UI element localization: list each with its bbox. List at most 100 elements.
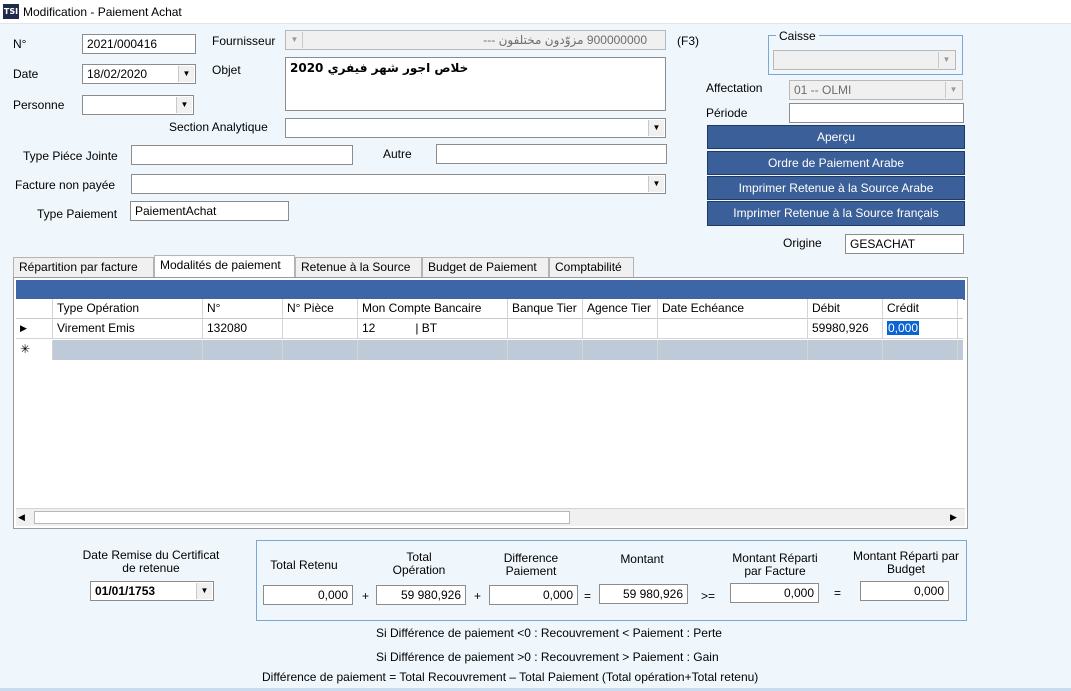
col-date-echeance[interactable]: Date Echéance <box>658 299 808 319</box>
cell-numero[interactable]: 132080 <box>203 319 283 339</box>
new-cell[interactable] <box>508 340 583 360</box>
new-row[interactable]: ✳ <box>16 340 963 360</box>
new-cell[interactable] <box>53 340 203 360</box>
tab-retenue-source[interactable]: Retenue à la Source <box>295 257 422 277</box>
new-row-icon: ✳ <box>16 340 53 360</box>
autre-label: Autre <box>383 147 412 161</box>
montant-facture-label: Montant Réparti par Facture <box>732 551 818 578</box>
date-remise-picker[interactable]: 01/01/1753 ▼ <box>90 581 214 601</box>
chevron-down-icon[interactable]: ▼ <box>648 120 664 136</box>
montant-label: Montant <box>620 552 664 566</box>
periode-field[interactable] <box>789 103 964 123</box>
type-piece-label: Type Piéce Jointe <box>23 149 118 163</box>
origine-field[interactable]: GESACHAT <box>845 234 964 254</box>
caisse-combo[interactable]: ▼ <box>773 50 956 70</box>
chevron-down-icon[interactable]: ▼ <box>945 82 961 98</box>
facture-label: Facture non payée <box>15 178 116 192</box>
total-operation-field[interactable]: 59 980,926 <box>376 585 466 605</box>
personne-label: Personne <box>13 98 65 112</box>
cell-agence-tier[interactable] <box>583 319 658 339</box>
col-banque-tier[interactable]: Banque Tier <box>508 299 583 319</box>
cell-type-operation[interactable]: Virement Emis <box>53 319 203 339</box>
scroll-thumb[interactable] <box>34 511 570 524</box>
no-field[interactable]: 2021/000416 <box>82 34 196 54</box>
f3-hint: (F3) <box>677 34 699 48</box>
app-icon: TSI <box>3 4 19 19</box>
cell-banque-tier[interactable] <box>508 319 583 339</box>
affectation-combo[interactable]: 01 -- OLMI ▼ <box>789 80 963 100</box>
chevron-down-icon[interactable]: ▼ <box>176 97 192 113</box>
difference-field[interactable]: 0,000 <box>489 585 578 605</box>
row-selector-icon[interactable]: ▶ <box>16 319 53 339</box>
plus-operator: + <box>362 589 370 603</box>
date-value: 18/02/2020 <box>87 67 148 81</box>
montant-budget-field[interactable]: 0,000 <box>860 581 949 601</box>
total-retenu-label: Total Retenu <box>270 558 338 572</box>
cell-date-echeance[interactable] <box>658 319 808 339</box>
total-retenu-field[interactable]: 0,000 <box>263 585 353 605</box>
type-paiement-field[interactable]: PaiementAchat <box>130 201 289 221</box>
cell-credit-value: 0,000 <box>887 321 920 335</box>
note-perte: Si Différence de paiement <0 : Recouvrem… <box>376 626 722 640</box>
type-paiement-label: Type Paiement <box>37 207 118 221</box>
col-debit[interactable]: Débit <box>808 299 883 319</box>
col-numero[interactable]: N° <box>203 299 283 319</box>
col-agence-tier[interactable]: Agence Tier <box>583 299 658 319</box>
affectation-value: 01 -- OLMI <box>794 83 852 97</box>
grid-group-bar <box>16 280 965 300</box>
objet-value: خلاص اجور شهر فيفري 2020 <box>290 61 469 75</box>
total-operation-label: Total Opération <box>392 550 446 577</box>
gte-operator: >= <box>701 589 716 603</box>
section-combo[interactable]: ▼ <box>285 118 666 138</box>
cell-compte-bancaire[interactable]: 12 | BT <box>358 319 508 339</box>
chevron-down-icon[interactable]: ▼ <box>938 52 954 68</box>
col-type-operation[interactable]: Type Opération <box>53 299 203 319</box>
new-cell[interactable] <box>358 340 508 360</box>
retenue-arabe-button[interactable]: Imprimer Retenue à la Source Arabe <box>707 176 965 200</box>
cell-credit[interactable]: 0,000 <box>883 319 958 339</box>
scroll-left-icon[interactable]: ◀ <box>18 512 25 523</box>
autre-field[interactable] <box>436 144 667 164</box>
date-picker[interactable]: 18/02/2020 ▼ <box>82 64 196 84</box>
horizontal-scrollbar[interactable]: ◀ ▶ <box>16 508 965 526</box>
cell-debit[interactable]: 59980,926 <box>808 319 883 339</box>
payment-grid: Type Opération N° N° Pièce Mon Compte Ba… <box>13 277 968 529</box>
header-row-selector <box>16 299 53 319</box>
table-row[interactable]: ▶ Virement Emis 132080 12 | BT 59980,926… <box>16 319 963 339</box>
plus-operator: + <box>474 589 482 603</box>
col-credit[interactable]: Crédit <box>883 299 958 319</box>
difference-label: Difference Paiement <box>503 551 559 578</box>
cell-numero-piece[interactable] <box>283 319 358 339</box>
new-cell[interactable] <box>658 340 808 360</box>
tab-budget-paiement[interactable]: Budget de Paiement <box>422 257 549 277</box>
facture-combo[interactable]: ▼ <box>131 174 666 194</box>
chevron-down-icon[interactable]: ▼ <box>196 583 212 599</box>
new-cell[interactable] <box>583 340 658 360</box>
fournisseur-combo[interactable]: 900000000 مزوّدون مختلفون --- ▼ <box>285 30 666 50</box>
chevron-down-icon[interactable]: ▼ <box>648 176 664 192</box>
fournisseur-label: Fournisseur <box>212 34 276 48</box>
equals-operator: = <box>834 586 842 600</box>
chevron-down-icon[interactable]: ▼ <box>287 32 303 48</box>
fournisseur-value: 900000000 مزوّدون مختلفون --- <box>483 33 647 47</box>
personne-combo[interactable]: ▼ <box>82 95 194 115</box>
apercu-button[interactable]: Aperçu <box>707 125 965 149</box>
scroll-right-icon[interactable]: ▶ <box>950 512 957 523</box>
col-compte-bancaire[interactable]: Mon Compte Bancaire <box>358 299 508 319</box>
tab-modalites-paiement[interactable]: Modalités de paiement <box>154 255 295 277</box>
chevron-down-icon[interactable]: ▼ <box>178 66 194 82</box>
new-cell[interactable] <box>283 340 358 360</box>
type-piece-field[interactable] <box>131 145 353 165</box>
date-label: Date <box>13 67 39 81</box>
ordre-paiement-arabe-button[interactable]: Ordre de Paiement Arabe <box>707 151 965 175</box>
objet-textarea[interactable]: خلاص اجور شهر فيفري 2020 <box>285 57 666 111</box>
new-cell[interactable] <box>883 340 958 360</box>
montant-facture-field[interactable]: 0,000 <box>730 583 819 603</box>
montant-field[interactable]: 59 980,926 <box>599 584 688 604</box>
tab-comptabilite[interactable]: Comptabilité <box>549 257 634 277</box>
new-cell[interactable] <box>203 340 283 360</box>
new-cell[interactable] <box>808 340 883 360</box>
col-numero-piece[interactable]: N° Pièce <box>283 299 358 319</box>
tab-repartition-facture[interactable]: Répartition par facture <box>13 257 154 277</box>
retenue-francais-button[interactable]: Imprimer Retenue à la Source français <box>707 201 965 226</box>
